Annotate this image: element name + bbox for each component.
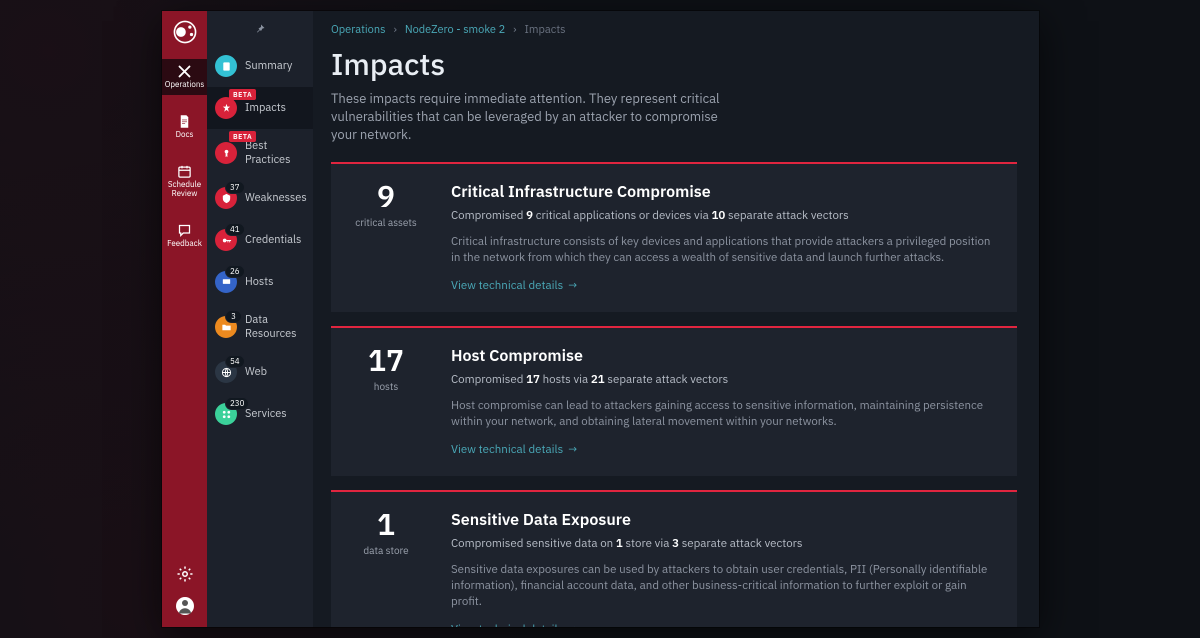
rail-label: Operations xyxy=(165,81,205,90)
primary-nav-rail: Operations Docs Schedule Review Feedback xyxy=(162,11,207,627)
view-technical-details-link[interactable]: View technical details xyxy=(451,442,577,457)
document-icon xyxy=(177,114,192,129)
sidebar-item-label: Web xyxy=(245,365,267,379)
sidebar-item-label: Hosts xyxy=(245,275,273,289)
count-badge: 230 xyxy=(225,397,249,410)
sidebar-item-summary[interactable]: Summary xyxy=(207,45,313,87)
sidebar-item-data-resources[interactable]: 3 Data Resources xyxy=(207,303,313,351)
pin-icon xyxy=(254,23,266,35)
count-badge: 26 xyxy=(225,265,245,278)
sidebar-item-label: Impacts xyxy=(245,101,286,115)
impact-card: 9 critical assets Critical Infrastructur… xyxy=(331,162,1017,312)
view-technical-details-link[interactable]: View technical details xyxy=(451,278,577,293)
impact-title: Critical Infrastructure Compromise xyxy=(451,182,997,202)
crossed-tools-icon xyxy=(177,64,192,79)
best-practices-icon xyxy=(215,142,237,164)
impact-description: Sensitive data exposures can be used by … xyxy=(451,562,997,610)
calendar-icon xyxy=(177,164,192,179)
sidebar-item-impacts[interactable]: BETA Impacts xyxy=(207,87,313,129)
impact-count-label: data store xyxy=(363,544,408,557)
sidebar-item-services[interactable]: 230 Services xyxy=(207,393,313,435)
sidebar-item-label: Services xyxy=(245,407,287,421)
sidebar-item-weaknesses[interactable]: 37 Weaknesses xyxy=(207,177,313,219)
page-subtitle: These impacts require immediate attentio… xyxy=(331,90,741,144)
data-resources-icon: 3 xyxy=(215,316,237,338)
impact-count: 17 xyxy=(368,346,404,376)
breadcrumb: Operations › NodeZero - smoke 2 › Impact… xyxy=(331,23,1017,37)
beta-badge: BETA xyxy=(229,89,256,100)
breadcrumb-current: Impacts xyxy=(525,23,566,37)
sidebar-item-best-practices[interactable]: BETA Best Practices xyxy=(207,129,313,177)
impact-count-label: hosts xyxy=(374,380,398,393)
app-window: Operations Docs Schedule Review Feedback xyxy=(162,11,1039,627)
secondary-sidebar: Summary BETA Impacts BETA Best Practices… xyxy=(207,11,313,627)
rail-item-feedback[interactable]: Feedback xyxy=(162,218,207,254)
impact-count-label: critical assets xyxy=(355,216,417,229)
impact-card: 1 data store Sensitive Data Exposure Com… xyxy=(331,490,1017,627)
sidebar-item-label: Summary xyxy=(245,59,292,73)
credentials-icon: 41 xyxy=(215,229,237,251)
services-icon: 230 xyxy=(215,403,237,425)
page-title: Impacts xyxy=(331,45,1017,84)
chevron-right-icon: › xyxy=(393,23,396,37)
rail-label: Feedback xyxy=(167,240,202,249)
impact-description: Critical infrastructure consists of key … xyxy=(451,234,997,266)
sidebar-item-credentials[interactable]: 41 Credentials xyxy=(207,219,313,261)
weaknesses-icon: 37 xyxy=(215,187,237,209)
summary-icon xyxy=(215,55,237,77)
impact-card: 17 hosts Host Compromise Compromised 17 … xyxy=(331,326,1017,476)
impact-count: 9 xyxy=(377,182,395,212)
rail-item-schedule-review[interactable]: Schedule Review xyxy=(162,159,207,204)
sidebar-item-web[interactable]: 54 Web xyxy=(207,351,313,393)
web-icon: 54 xyxy=(215,361,237,383)
chat-bubble-icon xyxy=(177,223,192,238)
impact-title: Host Compromise xyxy=(451,346,997,366)
count-badge: 54 xyxy=(225,355,245,368)
impact-description: Host compromise can lead to attackers ga… xyxy=(451,398,997,430)
view-technical-details-link[interactable]: View technical details xyxy=(451,622,577,627)
brand-logo-icon xyxy=(172,19,198,45)
hosts-icon: 26 xyxy=(215,271,237,293)
chevron-right-icon: › xyxy=(513,23,516,37)
rail-label: Schedule Review xyxy=(162,181,207,199)
sidebar-item-label: Weaknesses xyxy=(245,191,307,205)
breadcrumb-link-op-name[interactable]: NodeZero - smoke 2 xyxy=(405,23,505,37)
impact-summary: Compromised 17 hosts via 21 separate att… xyxy=(451,372,997,388)
sidebar-item-label: Data Resources xyxy=(245,313,305,341)
rail-item-docs[interactable]: Docs xyxy=(162,109,207,145)
count-badge: 41 xyxy=(225,223,245,236)
rail-label: Docs xyxy=(176,131,194,140)
count-badge: 37 xyxy=(225,181,245,194)
beta-badge: BETA xyxy=(229,131,256,142)
sidebar-item-hosts[interactable]: 26 Hosts xyxy=(207,261,313,303)
breadcrumb-link-operations[interactable]: Operations xyxy=(331,23,385,37)
impact-summary: Compromised 9 critical applications or d… xyxy=(451,208,997,224)
rail-item-operations[interactable]: Operations xyxy=(162,59,207,95)
user-avatar-icon[interactable] xyxy=(176,597,194,615)
sidebar-item-label: Credentials xyxy=(245,233,301,247)
sidebar-item-label: Best Practices xyxy=(245,139,305,167)
main-content: Operations › NodeZero - smoke 2 › Impact… xyxy=(313,11,1039,627)
count-badge: 3 xyxy=(225,310,242,323)
impact-summary: Compromised sensitive data on 1 store vi… xyxy=(451,536,997,552)
impact-title: Sensitive Data Exposure xyxy=(451,510,997,530)
impact-count: 1 xyxy=(377,510,395,540)
settings-gear-icon[interactable] xyxy=(176,565,194,583)
impacts-icon xyxy=(215,97,237,119)
pin-toggle[interactable] xyxy=(207,17,313,45)
